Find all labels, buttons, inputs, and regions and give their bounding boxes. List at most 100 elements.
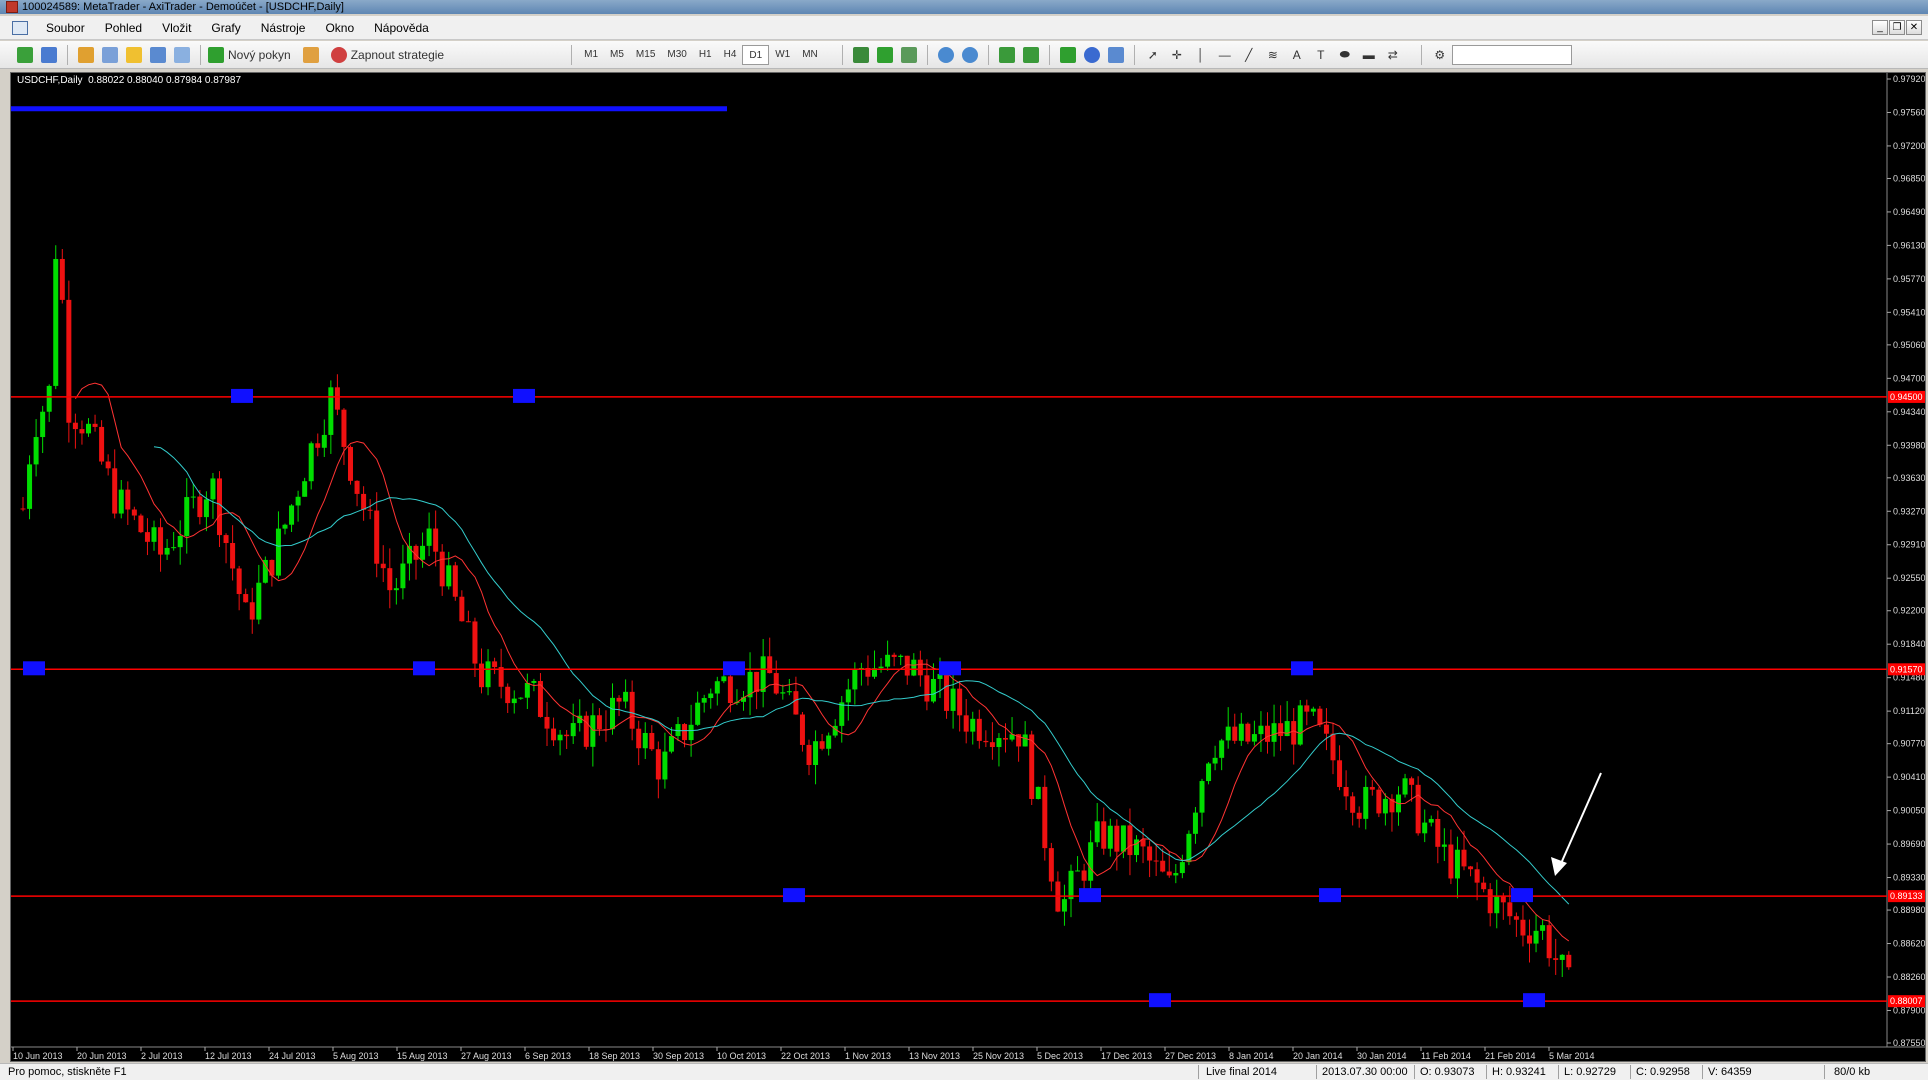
candle-body <box>1265 725 1270 742</box>
date-tick-label: 5 Aug 2013 <box>333 1051 379 1061</box>
date-tick-label: 2 Jul 2013 <box>141 1051 183 1061</box>
zoom-in-button[interactable] <box>935 44 957 66</box>
market-watch-button[interactable] <box>75 44 97 66</box>
candle-body <box>1147 846 1153 861</box>
channel-button[interactable]: ≋ <box>1262 44 1284 66</box>
candle-body <box>1219 740 1225 758</box>
settings-button[interactable]: ⚙ <box>1429 44 1451 66</box>
search-input[interactable] <box>1451 44 1572 65</box>
menu-soubor[interactable]: Soubor <box>36 16 95 40</box>
chart-shift-button[interactable] <box>1020 44 1042 66</box>
menu-okno[interactable]: Okno <box>315 16 364 40</box>
candle-body <box>46 385 52 412</box>
new-order-label: Nový pokyn <box>228 47 291 62</box>
trendline-button[interactable]: ╱ <box>1238 44 1260 66</box>
cursor-icon: ➚ <box>1147 47 1158 62</box>
candlestick-button[interactable] <box>874 44 896 66</box>
close-button[interactable]: ✕ <box>1906 20 1922 35</box>
candle-body <box>112 468 118 514</box>
text-button[interactable]: A <box>1286 44 1308 66</box>
document-icon[interactable] <box>12 20 28 35</box>
candle-body <box>439 551 445 587</box>
candle-body <box>531 681 537 683</box>
candle-body <box>1494 895 1500 914</box>
arrows-button[interactable]: ⇄ <box>1382 44 1404 66</box>
timeframe-h1[interactable]: H1 <box>693 45 718 65</box>
candle-body <box>1297 705 1303 745</box>
menu-nastroje[interactable]: Nástroje <box>251 16 316 40</box>
candle-body <box>1192 812 1198 834</box>
horizontal-line-button[interactable]: — <box>1214 44 1236 66</box>
indicators-button[interactable] <box>1057 44 1079 66</box>
navigator-button[interactable] <box>123 44 145 66</box>
candle-body <box>243 594 249 603</box>
terminal-button[interactable] <box>147 44 169 66</box>
price-tick-label: 0.93980 <box>1893 440 1926 450</box>
timeframe-mn[interactable]: MN <box>796 45 824 65</box>
crosshair-icon <box>102 46 118 63</box>
line-chart-icon <box>900 46 917 63</box>
candle-body <box>184 497 190 537</box>
new-chart-button[interactable] <box>14 44 36 66</box>
candle-body <box>976 718 982 741</box>
meta-editor-button[interactable] <box>300 44 322 66</box>
candle-body <box>845 689 851 703</box>
candle-body <box>596 715 602 730</box>
autotrading-button[interactable]: Zapnout strategie <box>330 44 444 66</box>
price-tick-label: 0.87550 <box>1893 1038 1926 1048</box>
autotrading-icon <box>330 46 347 63</box>
profiles-button[interactable] <box>38 44 60 66</box>
candle-body <box>1409 778 1415 785</box>
data-window-button[interactable] <box>99 44 121 66</box>
periods-button[interactable] <box>1081 44 1103 66</box>
candle-body <box>479 663 484 688</box>
zoom-out-button[interactable] <box>959 44 981 66</box>
bar-chart-button[interactable] <box>850 44 872 66</box>
cursor-button[interactable]: ➚ <box>1142 44 1164 66</box>
line-chart-button[interactable] <box>898 44 920 66</box>
candle-body <box>1232 726 1238 741</box>
candle-body <box>1258 725 1264 735</box>
candle-body <box>819 741 825 749</box>
timeframe-h4[interactable]: H4 <box>718 45 743 65</box>
timeframe-w1[interactable]: W1 <box>769 45 796 65</box>
candle-body <box>1559 954 1565 960</box>
minimize-button[interactable]: _ <box>1872 20 1888 35</box>
candle-body <box>1212 757 1218 764</box>
ellipse-button[interactable]: ⬬ <box>1334 44 1356 66</box>
candle-body <box>125 489 131 510</box>
vertical-line-button[interactable]: │ <box>1190 44 1212 66</box>
candle-body <box>1540 925 1546 931</box>
rectangle-button[interactable]: ▬ <box>1358 44 1380 66</box>
timeframe-d1[interactable]: D1 <box>742 44 770 65</box>
candle-body <box>642 732 648 749</box>
status-divider <box>1198 1065 1199 1079</box>
candle-body <box>1533 930 1539 944</box>
text-label-button[interactable]: T <box>1310 44 1332 66</box>
price-chart[interactable]: 0.97920 0.97560 0.97200 0.96850 0.96490 0.961… <box>10 72 1926 1062</box>
menu-pohled[interactable]: Pohled <box>95 16 152 40</box>
timeframe-m15[interactable]: M15 <box>630 45 661 65</box>
candle-body <box>1251 734 1257 742</box>
timeframe-m30[interactable]: M30 <box>661 45 692 65</box>
annotation-arrow-shaft <box>1558 772 1602 869</box>
price-tick-label: 0.88260 <box>1893 972 1926 982</box>
timeframe-m1[interactable]: M1 <box>578 45 604 65</box>
candle-body <box>387 568 393 591</box>
candle-body <box>79 429 85 434</box>
timeframe-m5[interactable]: M5 <box>604 45 630 65</box>
new-order-button[interactable]: Nový pokyn <box>208 44 291 66</box>
candle-body <box>1153 860 1159 862</box>
menu-napoveda[interactable]: Nápověda <box>364 16 439 40</box>
menu-vlozit[interactable]: Vložit <box>152 16 201 40</box>
templates-button[interactable] <box>1105 44 1127 66</box>
restore-button[interactable]: ❐ <box>1889 20 1905 35</box>
tester-button[interactable] <box>171 44 193 66</box>
candle-body <box>839 702 845 726</box>
crosshair-button[interactable]: ✛ <box>1166 44 1188 66</box>
auto-scroll-button[interactable] <box>996 44 1018 66</box>
candle-body <box>282 524 288 529</box>
menu-grafy[interactable]: Grafy <box>201 16 250 40</box>
status-divider <box>1414 1065 1415 1079</box>
candle-body <box>1134 839 1139 856</box>
